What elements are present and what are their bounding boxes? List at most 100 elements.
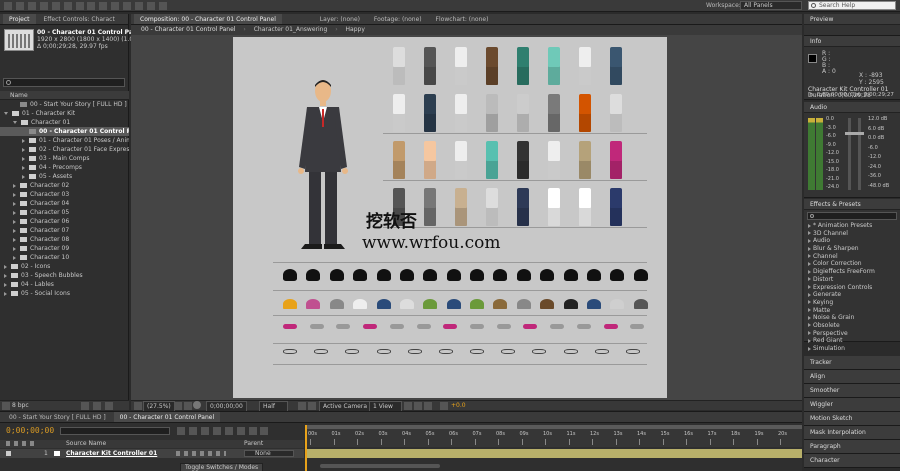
shoe-item[interactable] <box>363 324 378 329</box>
hair-item[interactable] <box>586 269 601 281</box>
project-item[interactable]: Character 02 <box>0 181 129 190</box>
effects-category[interactable]: Digieffects FreeForm <box>804 268 900 276</box>
outfit-item[interactable] <box>579 188 591 226</box>
project-item[interactable]: 04 - Lables <box>0 280 129 289</box>
always-preview-icon[interactable] <box>134 402 142 410</box>
effects-category[interactable]: Blur & Sharpen <box>804 245 900 253</box>
effects-category[interactable]: Color Correction <box>804 260 900 268</box>
expand-open-icon[interactable] <box>4 112 8 115</box>
hair-item[interactable] <box>493 269 508 281</box>
search-help-field[interactable]: Search Help <box>808 1 896 10</box>
hair-item[interactable] <box>470 269 484 281</box>
hair-item[interactable] <box>329 269 344 281</box>
layer-visibility-icon[interactable] <box>6 451 11 456</box>
hat-item[interactable] <box>610 299 625 309</box>
hand-tool-icon[interactable] <box>15 2 24 10</box>
expand-closed-icon[interactable] <box>13 237 16 242</box>
hair-item[interactable] <box>306 269 321 281</box>
project-item[interactable]: 03 - Speech Bubbles <box>0 271 129 280</box>
expand-closed-icon[interactable] <box>808 285 811 289</box>
outfit-item[interactable] <box>610 141 622 179</box>
source-name-header[interactable]: Source Name <box>66 440 106 448</box>
project-item[interactable]: 05 - Social Icons <box>0 289 129 298</box>
hat-item[interactable] <box>586 299 601 309</box>
outfit-item[interactable] <box>517 94 529 132</box>
shoe-item[interactable] <box>336 324 351 329</box>
rectangle-tool-icon[interactable] <box>75 2 84 10</box>
outfit-item[interactable] <box>393 47 405 85</box>
project-item[interactable]: 04 - Precomps <box>0 163 129 172</box>
hat-item[interactable] <box>633 299 648 309</box>
camera-tool-icon[interactable] <box>51 2 60 10</box>
hat-item[interactable] <box>446 299 461 309</box>
project-item[interactable]: 00 - Start Your Story [ FULL HD ] <box>0 100 129 109</box>
layer-name[interactable]: Character Kit Controller 01 <box>66 449 157 458</box>
glasses-item[interactable] <box>501 349 516 354</box>
audio-slider-left[interactable] <box>848 118 851 190</box>
expand-closed-icon[interactable] <box>808 269 811 274</box>
graph-editor-icon[interactable] <box>260 427 269 435</box>
auto-keyframe-icon[interactable] <box>248 427 257 435</box>
expand-closed-icon[interactable] <box>808 254 811 259</box>
project-item[interactable]: Character 03 <box>0 190 129 199</box>
reset-exposure-icon[interactable] <box>440 402 448 410</box>
expand-closed-icon[interactable] <box>808 238 811 243</box>
parent-header[interactable]: Parent <box>244 440 263 448</box>
shoe-item[interactable] <box>416 324 431 329</box>
breadcrumb-item-control-panel[interactable]: 00 - Character 01 Control Panel <box>141 26 235 33</box>
effects-search-input[interactable] <box>807 212 897 220</box>
expand-closed-icon[interactable] <box>808 261 811 266</box>
glasses-item[interactable] <box>314 349 329 354</box>
hat-item[interactable] <box>399 299 414 309</box>
timeline-search-input[interactable] <box>60 427 170 435</box>
expand-closed-icon[interactable] <box>22 147 25 152</box>
side-panel-mask-interpolation[interactable]: Mask Interpolation <box>804 426 900 440</box>
hair-item[interactable] <box>563 269 578 281</box>
expand-closed-icon[interactable] <box>22 165 25 170</box>
draft-3d-icon[interactable] <box>188 427 197 435</box>
effects-category[interactable]: 3D Channel <box>804 230 900 238</box>
audio-slider-handle[interactable] <box>845 132 864 135</box>
layer-duration-bar[interactable] <box>307 449 802 458</box>
effects-category[interactable]: Channel <box>804 253 900 261</box>
effects-category[interactable]: Audio <box>804 237 900 245</box>
expand-closed-icon[interactable] <box>808 315 811 320</box>
expand-closed-icon[interactable] <box>13 228 16 233</box>
comp-mini-flowchart-icon[interactable] <box>177 427 185 435</box>
expand-closed-icon[interactable] <box>13 246 16 251</box>
toggle-switches-button[interactable]: Toggle Switches / Modes <box>180 463 264 471</box>
outfit-item[interactable] <box>610 94 622 132</box>
outfit-item[interactable] <box>424 188 436 226</box>
outfit-item[interactable] <box>610 188 622 226</box>
outfit-item[interactable] <box>455 141 467 179</box>
outfit-item[interactable] <box>393 141 405 179</box>
effects-category[interactable]: Keying <box>804 299 900 307</box>
hair-item[interactable] <box>283 269 297 281</box>
timeline-zoom-slider[interactable] <box>320 464 440 468</box>
exposure-value[interactable]: +0.0 <box>451 401 466 410</box>
mask-icon[interactable] <box>184 402 192 410</box>
brush-tool-icon[interactable] <box>111 2 120 10</box>
project-item[interactable]: Character 04 <box>0 199 129 208</box>
glasses-item[interactable] <box>407 349 422 354</box>
grid-icon[interactable] <box>174 402 182 410</box>
tab-timeline-control-panel[interactable]: 00 - Character 01 Control Panel <box>113 412 221 422</box>
pan-behind-tool-icon[interactable] <box>63 2 72 10</box>
project-item[interactable]: 02 - Character 01 Face Expressions <box>0 145 129 154</box>
project-item[interactable]: 05 - Assets <box>0 172 129 181</box>
outfit-item[interactable] <box>517 47 529 85</box>
hat-item[interactable] <box>306 299 321 309</box>
expand-closed-icon[interactable] <box>808 331 811 336</box>
project-item[interactable]: 02 - Icons <box>0 262 129 271</box>
comp-canvas[interactable]: 挖软否 www.wrfou.com <box>233 37 667 398</box>
outfit-item[interactable] <box>548 188 560 226</box>
layer-switch-icons[interactable] <box>176 451 226 456</box>
work-area-bar[interactable] <box>306 425 802 429</box>
roto-brush-tool-icon[interactable] <box>147 2 156 10</box>
effects-category[interactable]: Expression Controls <box>804 284 900 292</box>
text-tool-icon[interactable] <box>99 2 108 10</box>
expand-closed-icon[interactable] <box>13 210 16 215</box>
layer-row[interactable]: 1 Character Kit Controller 01 None <box>0 449 304 458</box>
outfit-item[interactable] <box>517 141 529 179</box>
project-item[interactable]: Character 09 <box>0 244 129 253</box>
